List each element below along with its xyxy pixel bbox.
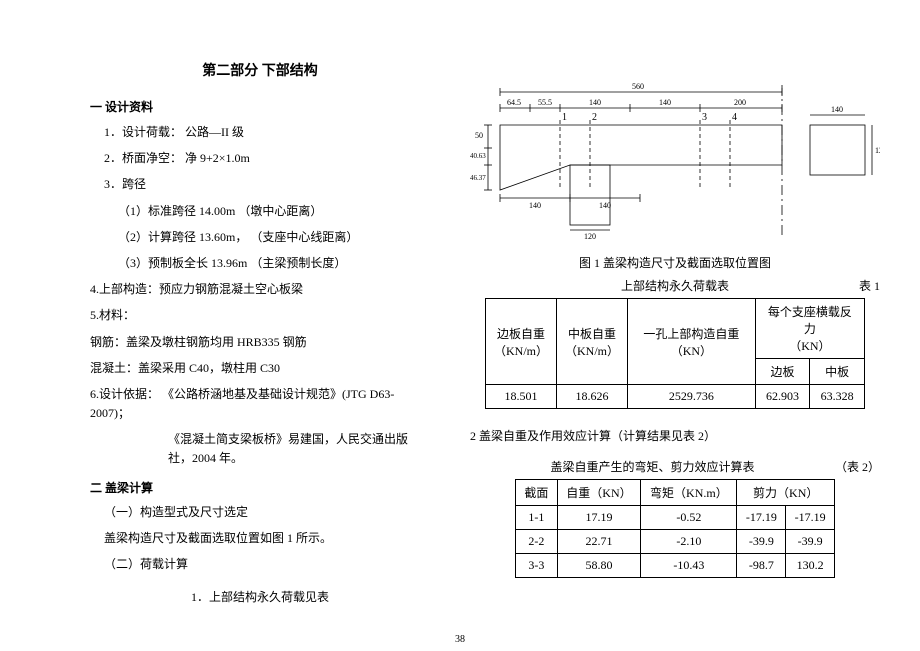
table-row: 3-3 58.80 -10.43 -98.7 130.2 — [516, 554, 835, 578]
item-1-5: 5.材料： — [90, 306, 430, 325]
table-2-label: （表 2） — [835, 458, 880, 475]
table-2-intro: 2 盖梁自重及作用效应计算（计算结果见表 2） — [470, 427, 880, 446]
svg-text:120: 120 — [584, 232, 596, 240]
item-2-1a: 盖梁构造尺寸及截面选取位置如图 1 所示。 — [90, 529, 430, 548]
item-1-1: 1．设计荷载： 公路—II 级 — [90, 123, 430, 142]
t1-r1c3: 2529.736 — [628, 385, 756, 409]
t1-h1: 边板自重（KN/m） — [486, 299, 557, 385]
svg-text:2: 2 — [592, 112, 597, 123]
svg-text:64.5: 64.5 — [507, 98, 521, 107]
t2-h3: 弯矩（KN.m） — [641, 480, 737, 506]
svg-text:140: 140 — [529, 201, 541, 210]
item-1-5b: 混凝土：盖梁采用 C40，墩柱用 C30 — [90, 359, 430, 378]
svg-text:140: 140 — [831, 105, 843, 114]
svg-text:1: 1 — [562, 112, 567, 123]
t1-h4a: 边板 — [755, 359, 810, 385]
table-2-caption: 盖梁自重产生的弯矩、剪力效应计算表 （表 2） — [470, 458, 880, 475]
item-2-1: （一）构造型式及尺寸选定 — [90, 503, 430, 522]
item-2-2a: 1．上部结构永久荷载见表 — [90, 588, 430, 605]
item-1-2: 2．桥面净空： 净 9+2×1.0m — [90, 149, 430, 168]
t2-h1: 截面 — [516, 480, 558, 506]
right-column: 560 64.5 55.5 140 140 200 1 — [470, 60, 880, 609]
table-1-label: 表 1 — [859, 277, 880, 294]
document-title: 第二部分 下部结构 — [90, 60, 430, 80]
beam-diagram: 560 64.5 55.5 140 140 200 1 — [470, 80, 880, 244]
item-1-4: 4.上部构造：预应力钢筋混凝土空心板梁 — [90, 280, 430, 299]
t1-r1c1: 18.501 — [486, 385, 557, 409]
t1-h3: 一孔上部构造自重（KN） — [628, 299, 756, 385]
left-column: 第二部分 下部结构 一 设计资料 1．设计荷载： 公路—II 级 2．桥面净空：… — [90, 60, 430, 609]
table-row: 1-1 17.19 -0.52 -17.19 -17.19 — [516, 506, 835, 530]
svg-text:120: 120 — [875, 146, 880, 155]
item-1-3: 3．跨径 — [90, 175, 430, 194]
svg-text:140: 140 — [589, 98, 601, 107]
table-row: 2-2 22.71 -2.10 -39.9 -39.9 — [516, 530, 835, 554]
t1-r2c4a: 62.903 — [755, 385, 810, 409]
item-1-5a: 钢筋：盖梁及墩柱钢筋均用 HRB335 钢筋 — [90, 333, 430, 352]
svg-text:3: 3 — [702, 112, 707, 123]
table-1: 边板自重（KN/m） 中板自重（KN/m） 一孔上部构造自重（KN） 每个支座横… — [485, 298, 865, 409]
svg-text:560: 560 — [632, 82, 644, 91]
t1-r2c4b: 63.328 — [810, 385, 865, 409]
t2-h2: 自重（KN） — [557, 480, 641, 506]
table-2: 截面 自重（KN） 弯矩（KN.m） 剪力（KN） 1-1 17.19 -0.5… — [515, 479, 835, 578]
table-1-title: 上部结构永久荷载表 — [621, 279, 729, 293]
svg-text:46.37: 46.37 — [470, 174, 486, 182]
svg-text:50: 50 — [475, 131, 483, 140]
section-2-heading: 二 盖梁计算 — [90, 479, 430, 496]
svg-text:140: 140 — [599, 201, 611, 210]
t1-r1c2: 18.626 — [557, 385, 628, 409]
t1-h4: 每个支座横载反力（KN） — [755, 299, 864, 359]
figure-1-caption: 图 1 盖梁构造尺寸及截面选取位置图 — [470, 254, 880, 271]
item-1-6: 6.设计依据： 《公路桥涵地基及基础设计规范》(JTG D63-2007)； — [90, 385, 430, 423]
item-1-3c: （3）预制板全长 13.96m （主梁预制长度） — [90, 254, 430, 273]
item-1-6b: 《混凝土简支梁板桥》易建国，人民交通出版社，2004 年。 — [90, 430, 430, 468]
item-1-3b: （2）计算跨径 13.60m， （支座中心线距离） — [90, 228, 430, 247]
t1-h2: 中板自重（KN/m） — [557, 299, 628, 385]
svg-text:200: 200 — [734, 98, 746, 107]
item-2-2: （二）荷载计算 — [90, 555, 430, 574]
t1-h4b: 中板 — [810, 359, 865, 385]
svg-text:40.63: 40.63 — [470, 152, 486, 160]
item-1-3a: （1）标准跨径 14.00m （墩中心距离） — [90, 202, 430, 221]
svg-text:4: 4 — [732, 112, 737, 123]
section-1-heading: 一 设计资料 — [90, 98, 430, 115]
t2-h4: 剪力（KN） — [737, 480, 835, 506]
svg-text:140: 140 — [659, 98, 671, 107]
svg-text:55.5: 55.5 — [538, 98, 552, 107]
table-1-caption: 上部结构永久荷载表 表 1 — [470, 277, 880, 294]
page-number: 38 — [0, 634, 920, 645]
